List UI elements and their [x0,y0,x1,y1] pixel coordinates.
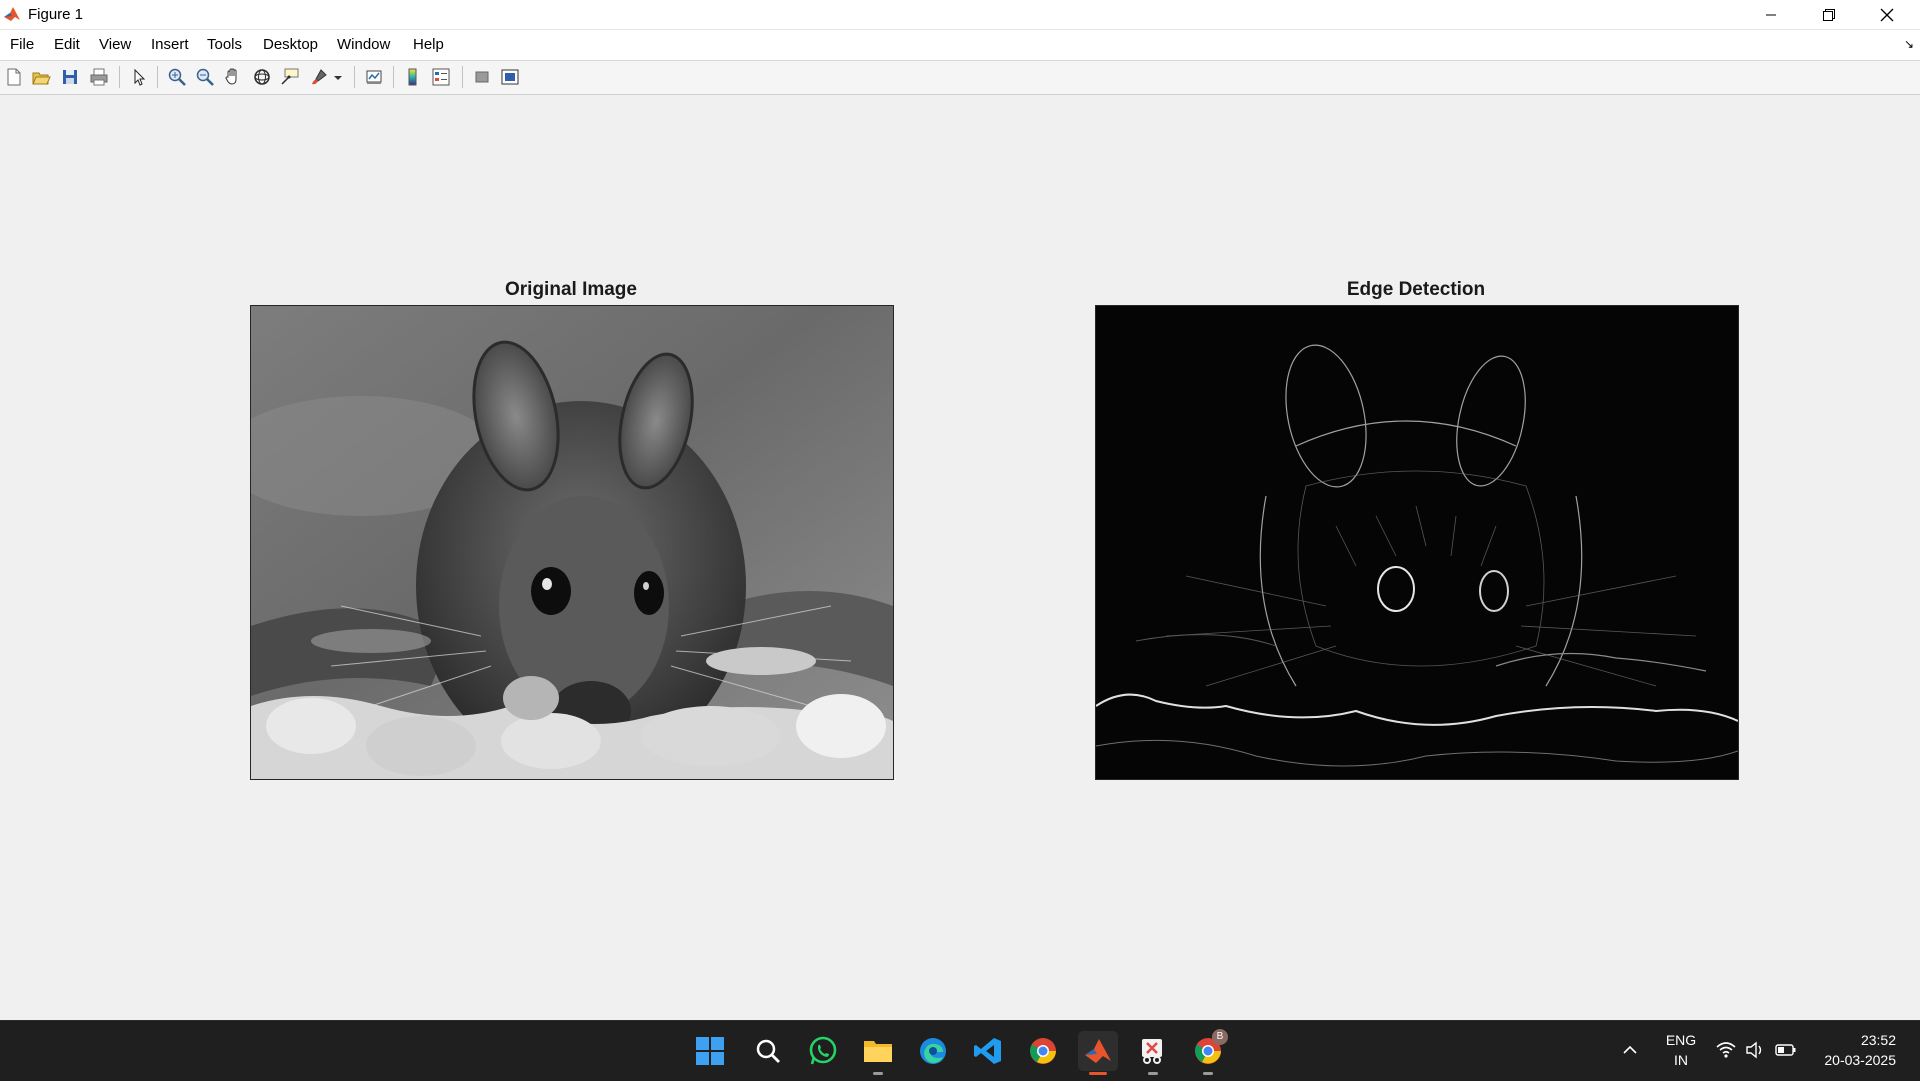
active-indicator [1089,1072,1107,1075]
menu-help[interactable]: Help [413,36,444,53]
toolbar-separator [119,66,120,88]
window-title: Figure 1 [28,6,84,23]
matlab-taskbar-button[interactable] [1078,1031,1118,1075]
open-file-icon[interactable] [31,67,51,87]
menu-tools[interactable]: Tools [207,36,242,53]
brush-icon[interactable] [309,67,329,87]
toolbar-separator [157,66,158,88]
toolbar-separator [462,66,463,88]
menu-view[interactable]: View [99,36,131,53]
running-indicator [1203,1072,1213,1075]
toolbar-separator [393,66,394,88]
close-icon [1880,8,1894,21]
hide-plot-tools-icon[interactable] [472,67,492,87]
running-indicator [1148,1072,1158,1075]
battery-icon[interactable] [1775,1042,1797,1058]
zoom-in-icon[interactable] [167,67,187,87]
figure-toolbar [0,61,1920,95]
chrome-profile-badge: B [1212,1029,1228,1045]
rotate-3d-icon[interactable] [252,67,272,87]
original-image[interactable] [250,305,894,780]
menu-window[interactable]: Window [337,36,390,53]
minimize-button[interactable] [1742,0,1800,29]
clock-date[interactable]: 20-03-2025 [1800,1052,1896,1068]
edge-browser-button[interactable] [913,1031,953,1071]
file-explorer-button[interactable] [858,1031,898,1075]
chrome-icon [1030,1038,1056,1064]
start-menu-button[interactable] [690,1031,730,1071]
link-plot-icon[interactable] [364,67,384,87]
windows-taskbar: B ENG IN 23:52 20-03-2025 [0,1020,1920,1081]
pan-hand-icon[interactable] [223,67,243,87]
whatsapp-button[interactable] [803,1031,843,1071]
start-menu-icon [696,1037,724,1065]
window-titlebar: Figure 1 [0,0,1920,30]
restore-icon [1823,8,1835,21]
matlab-logo-icon [3,5,21,23]
search-button[interactable] [748,1031,788,1071]
snipping-tool-icon [1142,1039,1162,1064]
menu-file[interactable]: File [10,36,34,53]
legend-icon[interactable] [431,67,451,87]
show-hidden-icons-icon[interactable] [1622,1043,1638,1057]
save-icon[interactable] [60,67,80,87]
matlab-icon [1085,1039,1111,1063]
toolbar-separator [354,66,355,88]
close-button[interactable] [1858,0,1916,29]
vscode-button[interactable] [968,1031,1008,1071]
file-explorer-icon [864,1041,892,1062]
menu-bar: File Edit View Insert Tools Desktop Wind… [0,30,1920,61]
show-plot-tools-icon[interactable] [500,67,520,87]
left-axes-title: Original Image [505,279,637,300]
snipping-tool-button[interactable] [1133,1031,1173,1075]
language-indicator-bottom[interactable]: IN [1660,1052,1702,1068]
dock-arrow-icon[interactable]: ↘ [1904,37,1914,51]
minimize-icon [1766,14,1776,15]
wifi-icon[interactable] [1716,1041,1736,1059]
data-cursor-icon[interactable] [280,67,300,87]
new-figure-icon[interactable] [4,67,24,87]
volume-icon[interactable] [1745,1041,1765,1059]
menu-desktop[interactable]: Desktop [263,36,318,53]
edge-browser-icon [920,1038,946,1064]
chrome-button[interactable] [1023,1031,1063,1071]
search-icon [756,1039,780,1063]
zoom-out-icon[interactable] [195,67,215,87]
clock-time[interactable]: 23:52 [1810,1032,1896,1048]
edge-detection-image[interactable] [1095,305,1739,780]
language-indicator-top[interactable]: ENG [1660,1032,1702,1048]
restore-button[interactable] [1800,0,1858,29]
colorbar-icon[interactable] [403,67,423,87]
edit-plot-pointer-icon[interactable] [129,67,149,87]
print-icon[interactable] [89,67,109,87]
brush-dropdown-icon[interactable] [333,67,343,87]
menu-insert[interactable]: Insert [151,36,189,53]
right-axes-title: Edge Detection [1346,279,1486,300]
whatsapp-icon [809,1036,837,1065]
running-indicator [873,1072,883,1075]
menu-edit[interactable]: Edit [54,36,80,53]
chrome-profile-button[interactable]: B [1188,1029,1228,1075]
vscode-icon [974,1038,1001,1064]
figure-canvas: Original Image Edge Detection [0,95,1920,1020]
